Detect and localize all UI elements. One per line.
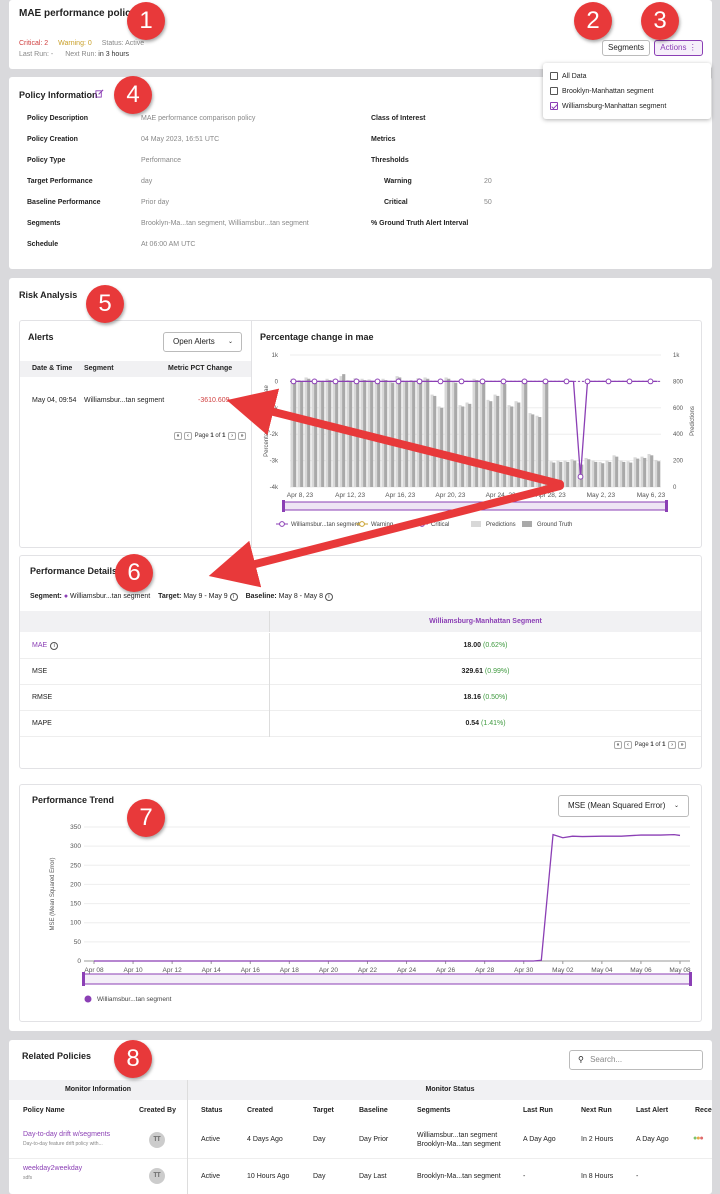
annotation-badge: 3 — [641, 2, 679, 40]
annotation-arrows — [208, 388, 564, 588]
annotation-badge: 1 — [127, 2, 165, 40]
arrow-to-performance-details — [208, 482, 564, 588]
annotation-badge: 6 — [115, 554, 153, 592]
annotation-badge: 7 — [127, 799, 165, 837]
annotation-badge: 8 — [114, 1040, 152, 1078]
arrow-to-alert — [226, 388, 564, 488]
annotation-badge: 2 — [574, 2, 612, 40]
annotation-badge: 5 — [86, 285, 124, 323]
annotation-badge: 4 — [114, 76, 152, 114]
